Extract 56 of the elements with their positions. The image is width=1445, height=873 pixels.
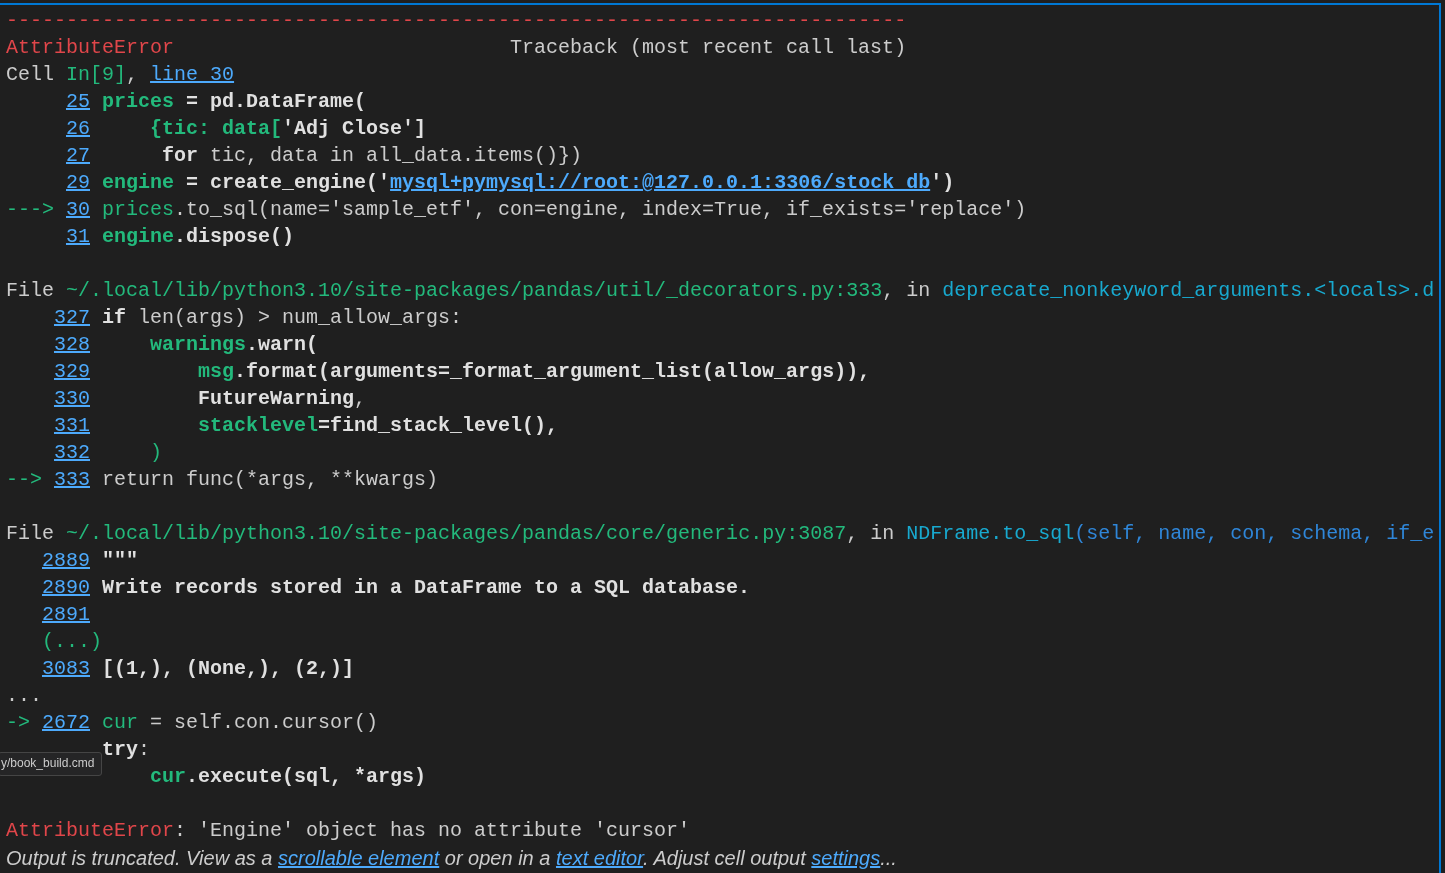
- line-number-link[interactable]: 332: [54, 439, 90, 466]
- code-line: warnings.warn(: [149, 332, 319, 358]
- code-line: engine.dispose(): [102, 224, 295, 250]
- line-number-link[interactable]: 2891: [42, 601, 90, 628]
- file-reference: File ~/.local/lib/python3.10/site-packages/pandas/core/generic.py:3087, in NDFrame.to_sql(self, name, con, schema, if_e: [6, 521, 1435, 547]
- ellipsis: ...: [6, 683, 42, 709]
- code-line: msg.format(arguments=_format_argument_list(allow_args)),: [197, 359, 871, 385]
- arrow-marker: -->: [6, 467, 42, 493]
- separator-line: ---------------------------------------------------------------------------: [6, 8, 907, 34]
- code-line: cur.execute(sql, *args): [149, 764, 427, 790]
- code-line: ): [149, 440, 162, 466]
- line-number-link[interactable]: 2672: [42, 709, 90, 736]
- line-number-link[interactable]: 3083: [42, 655, 90, 682]
- cell-reference: Cell In[9], line 30: [6, 62, 235, 88]
- arrow-marker: ->: [6, 710, 30, 736]
- code-line: FutureWarning,: [197, 386, 367, 412]
- file-reference: File ~/.local/lib/python3.10/site-packages/pandas/util/_decorators.py:333, in deprecate_nonkeyword_arguments.<locals>.d: [6, 278, 1435, 304]
- code-line: cur = self.con.cursor(): [102, 710, 379, 736]
- tooltip: y/book_build.cmd: [0, 752, 103, 776]
- line-number-link[interactable]: 333: [54, 466, 90, 493]
- line-number-link[interactable]: 331: [54, 412, 90, 439]
- code-line: """: [102, 548, 138, 574]
- line-number-link[interactable]: 30: [66, 196, 90, 223]
- line-number-link[interactable]: 26: [66, 115, 90, 142]
- text-link[interactable]: line 30: [150, 63, 235, 86]
- code-line: try:: [102, 737, 151, 763]
- line-number-link[interactable]: 31: [66, 223, 90, 250]
- line-number-link[interactable]: 328: [54, 331, 90, 358]
- line-number-link[interactable]: 327: [54, 304, 90, 331]
- line-number-link[interactable]: 29: [66, 169, 90, 196]
- line-number-link[interactable]: 2889: [42, 547, 90, 574]
- text-link[interactable]: settings: [811, 847, 881, 869]
- truncation-note: Output is truncated. View as a scrollable element or open in a text editor. Adjust cell output settings...: [6, 846, 898, 871]
- error-message: AttributeError: 'Engine' object has no attribute 'cursor': [6, 818, 691, 844]
- code-line: return func(*args, **kwargs): [102, 467, 439, 493]
- code-line: engine = create_engine('mysql+pymysql://root:@127.0.0.1:3306/stock_db'): [102, 170, 955, 196]
- code-line: [(1,), (None,), (2,)]: [102, 656, 355, 682]
- omitted-lines: (...): [42, 629, 102, 655]
- arrow-marker: --->: [6, 197, 54, 223]
- line-number-link[interactable]: 2890: [42, 574, 90, 601]
- code-line: for tic, data in all_data.items()}): [161, 143, 583, 169]
- text-link[interactable]: text editor: [555, 847, 644, 869]
- text-link[interactable]: scrollable element: [278, 847, 440, 869]
- line-number-link[interactable]: 329: [54, 358, 90, 385]
- code-line: prices.to_sql(name='sample_etf', con=engine, index=True, if_exists='replace'): [102, 197, 1027, 223]
- code-line: stacklevel=find_stack_level(),: [197, 413, 559, 439]
- code-line: prices = pd.DataFrame(: [102, 89, 367, 115]
- code-line: {tic: data['Adj Close']: [149, 116, 427, 142]
- error-type: AttributeError: [6, 35, 175, 61]
- traceback-title: Traceback (most recent call last): [510, 35, 907, 61]
- url-link[interactable]: mysql+pymysql://root:@127.0.0.1:3306/stock_db: [390, 171, 931, 194]
- code-line: Write records stored in a DataFrame to a SQL database.: [102, 575, 751, 601]
- line-number-link[interactable]: 330: [54, 385, 90, 412]
- line-number-link[interactable]: 27: [66, 142, 90, 169]
- line-number-link[interactable]: 25: [66, 88, 90, 115]
- code-line: if len(args) > num_allow_args:: [102, 305, 463, 331]
